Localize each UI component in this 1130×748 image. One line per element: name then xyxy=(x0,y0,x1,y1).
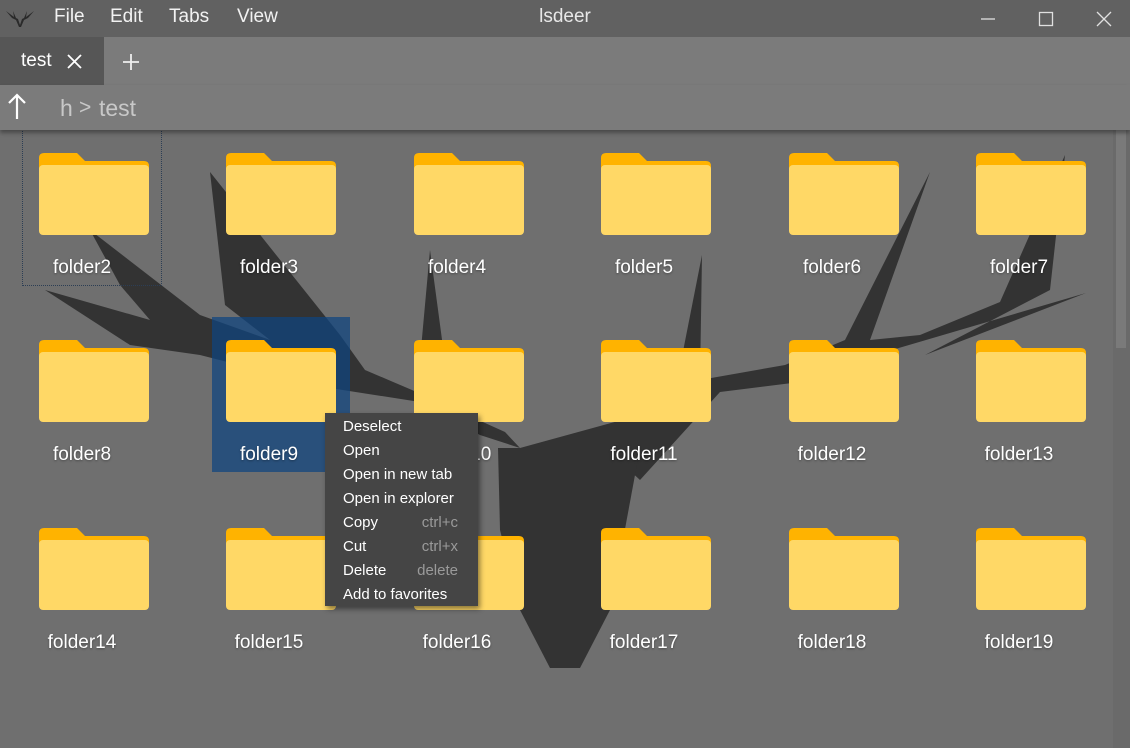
maximize-icon xyxy=(1038,11,1054,26)
folder-icon xyxy=(789,528,899,610)
folder-item[interactable]: folder12 xyxy=(763,317,901,475)
folder-icon xyxy=(976,528,1086,610)
folder-icon xyxy=(976,340,1086,422)
folder-item[interactable]: folder13 xyxy=(950,317,1088,475)
folder-label: folder18 xyxy=(797,632,867,653)
breadcrumb-test[interactable]: test xyxy=(99,95,136,122)
menu-edit[interactable]: Edit xyxy=(110,6,143,28)
context-menu-item[interactable]: Cut ctrl+x xyxy=(325,535,478,559)
folder-icon xyxy=(39,528,149,610)
folder-item[interactable]: folder17 xyxy=(575,505,713,663)
folder-label: folder7 xyxy=(989,257,1049,278)
menu-tabs[interactable]: Tabs xyxy=(169,6,209,28)
folder-label: folder4 xyxy=(427,257,487,278)
context-menu-label: Add to favorites xyxy=(343,586,448,603)
file-grid[interactable]: folder2 folder3 folder4 folder5 folder6 folde… xyxy=(0,130,1113,748)
folder-item[interactable]: folder8 xyxy=(13,317,151,475)
breadcrumb-separator: > xyxy=(79,96,92,119)
close-window-button[interactable] xyxy=(1075,0,1130,37)
minimize-icon xyxy=(981,17,995,20)
folder-item[interactable]: folder11 xyxy=(575,317,713,475)
folder-icon xyxy=(601,340,711,422)
folder-icon xyxy=(601,153,711,235)
context-menu: Deselect Open Open in new tab Open in explo… xyxy=(325,413,478,606)
folder-icon xyxy=(39,340,149,422)
folder-item[interactable]: folder5 xyxy=(575,130,713,288)
folder-label: folder17 xyxy=(609,632,679,653)
context-menu-item[interactable]: Add to favorites xyxy=(325,583,478,607)
context-menu-shortcut: ctrl+c xyxy=(421,514,458,531)
deer-logo-icon xyxy=(6,11,34,27)
close-icon xyxy=(1096,11,1112,26)
tab-bar: test xyxy=(0,37,1130,85)
scrollbar-thumb[interactable] xyxy=(1116,130,1126,348)
folder-item[interactable]: folder15 xyxy=(200,505,338,663)
folder-item[interactable]: folder4 xyxy=(388,130,526,288)
context-menu-item[interactable]: Open in explorer xyxy=(325,487,478,511)
context-menu-item[interactable]: Open xyxy=(325,439,478,463)
folder-icon xyxy=(226,340,336,422)
folder-icon xyxy=(789,340,899,422)
context-menu-label: Open in new tab xyxy=(343,466,453,483)
context-menu-label: Delete xyxy=(343,562,387,579)
folder-label: folder11 xyxy=(610,444,678,465)
title-bar: File Edit Tabs View lsdeer xyxy=(0,0,1130,37)
context-menu-label: Open xyxy=(343,442,380,459)
folder-icon xyxy=(789,153,899,235)
context-menu-label: Open in explorer xyxy=(343,490,454,507)
minimize-button[interactable] xyxy=(959,0,1017,37)
folder-icon xyxy=(226,528,336,610)
folder-icon xyxy=(226,153,336,235)
folder-icon xyxy=(601,528,711,610)
folder-item[interactable]: folder2 xyxy=(22,130,162,286)
folder-item[interactable]: folder6 xyxy=(763,130,901,288)
folder-item[interactable]: folder3 xyxy=(200,130,338,288)
folder-item[interactable]: folder19 xyxy=(950,505,1088,663)
menu-view[interactable]: View xyxy=(237,6,278,28)
vertical-scrollbar[interactable] xyxy=(1113,130,1130,748)
context-menu-item[interactable]: Open in new tab xyxy=(325,463,478,487)
new-tab-plus-icon[interactable] xyxy=(119,50,143,74)
tab-label: test xyxy=(21,50,52,71)
context-menu-item[interactable]: Deselect xyxy=(325,415,478,439)
context-menu-label: Cut xyxy=(343,538,367,555)
folder-item[interactable]: folder18 xyxy=(763,505,901,663)
breadcrumb-h[interactable]: h xyxy=(60,95,73,122)
folder-label: folder2 xyxy=(52,257,112,278)
context-menu-label: Copy xyxy=(343,514,379,531)
context-menu-item[interactable]: Copy ctrl+c xyxy=(325,511,478,535)
context-menu-item[interactable]: Delete delete xyxy=(325,559,478,583)
address-bar: h > test xyxy=(0,85,1130,130)
deer-background-logo xyxy=(45,155,1086,668)
folder-label: folder14 xyxy=(47,632,117,653)
folder-label: folder15 xyxy=(234,632,304,653)
maximize-button[interactable] xyxy=(1017,0,1075,37)
up-arrow-icon[interactable] xyxy=(6,93,28,121)
tab-test[interactable]: test xyxy=(0,37,104,85)
folder-icon xyxy=(414,153,524,235)
context-menu-label: Deselect xyxy=(343,418,402,435)
folder-item[interactable]: folder7 xyxy=(950,130,1088,288)
folder-label: folder5 xyxy=(614,257,674,278)
folder-label: folder13 xyxy=(984,444,1054,465)
folder-label: folder12 xyxy=(797,444,867,465)
folder-icon xyxy=(39,153,149,235)
folder-label: folder3 xyxy=(239,257,299,278)
folder-label: folder8 xyxy=(52,444,112,465)
folder-icon xyxy=(976,153,1086,235)
context-menu-shortcut: ctrl+x xyxy=(421,538,458,555)
folder-item[interactable]: folder14 xyxy=(13,505,151,663)
folder-label: folder6 xyxy=(802,257,862,278)
context-menu-shortcut: delete xyxy=(417,562,458,579)
tab-close-icon[interactable] xyxy=(66,53,83,70)
folder-icon xyxy=(414,340,524,422)
menu-file[interactable]: File xyxy=(54,6,85,28)
folder-label: folder19 xyxy=(984,632,1054,653)
folder-label: folder16 xyxy=(422,632,492,653)
